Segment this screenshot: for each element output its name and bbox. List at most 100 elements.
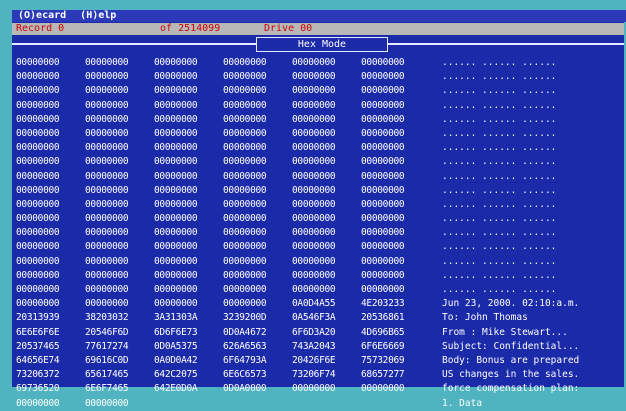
hex-cell[interactable]: 00000000	[16, 226, 77, 240]
hex-cell[interactable]: 00000000	[292, 382, 353, 396]
hex-cell[interactable]: 00000000	[223, 99, 284, 113]
hex-cell[interactable]: 00000000	[16, 155, 77, 169]
hex-cell[interactable]: 00000000	[361, 127, 422, 141]
hex-cell[interactable]: 75732069	[361, 354, 422, 368]
hex-cell[interactable]: 00000000	[16, 70, 77, 84]
hex-cell[interactable]: 00000000	[223, 283, 284, 297]
menu-item-record[interactable]: (O)ecard	[18, 10, 66, 22]
hex-cell[interactable]: 00000000	[85, 127, 146, 141]
hex-cell[interactable]: 00000000	[154, 113, 215, 127]
hex-cell[interactable]: 00000000	[292, 269, 353, 283]
ascii-row[interactable]: ...... ...... ......	[442, 70, 624, 84]
hex-cell[interactable]: 00000000	[154, 212, 215, 226]
hex-cell[interactable]: 00000000	[154, 84, 215, 98]
hex-cell[interactable]: 77617274	[85, 340, 146, 354]
hex-cell[interactable]: 6E6C6573	[223, 368, 284, 382]
hex-cell[interactable]: 00000000	[16, 212, 77, 226]
ascii-row[interactable]: ...... ...... ......	[442, 255, 624, 269]
hex-cell[interactable]: 00000000	[16, 127, 77, 141]
hex-cell[interactable]: 73206F74	[292, 368, 353, 382]
hex-cell[interactable]: 64656E74	[16, 354, 77, 368]
hex-cell[interactable]	[154, 397, 215, 411]
hex-cell[interactable]: 68657277	[361, 368, 422, 382]
hex-cell[interactable]: 00000000	[154, 99, 215, 113]
ascii-row[interactable]: ...... ...... ......	[442, 170, 624, 184]
hex-cell[interactable]: 6F64793A	[223, 354, 284, 368]
hex-cell[interactable]: 00000000	[223, 127, 284, 141]
hex-cell[interactable]: 00000000	[361, 382, 422, 396]
hex-cell[interactable]: 00000000	[154, 283, 215, 297]
hex-cell[interactable]: 00000000	[292, 113, 353, 127]
hex-cell[interactable]: 00000000	[154, 56, 215, 70]
hex-cell[interactable]: 00000000	[16, 269, 77, 283]
hex-cell[interactable]: 00000000	[223, 297, 284, 311]
hex-cell[interactable]: 00000000	[85, 70, 146, 84]
hex-cell[interactable]: 6F6E6669	[361, 340, 422, 354]
ascii-row[interactable]: Subject: Confidential...	[442, 340, 624, 354]
hex-dump-grid[interactable]: 00000000 00000000 00000000 00000000 00000000…	[16, 56, 434, 411]
hex-cell[interactable]: 00000000	[85, 269, 146, 283]
hex-cell[interactable]: 00000000	[223, 240, 284, 254]
hex-cell[interactable]: 00000000	[85, 56, 146, 70]
hex-cell[interactable]: 0A0D0A42	[154, 354, 215, 368]
hex-cell[interactable]: 00000000	[154, 70, 215, 84]
hex-cell[interactable]: 00000000	[154, 198, 215, 212]
ascii-row[interactable]: US changes in the sales.	[442, 368, 624, 382]
hex-cell[interactable]: 00000000	[292, 255, 353, 269]
hex-cell[interactable]: 00000000	[16, 297, 77, 311]
hex-cell[interactable]: 00000000	[154, 269, 215, 283]
hex-cell[interactable]: 00000000	[223, 84, 284, 98]
hex-cell[interactable]: 00000000	[361, 84, 422, 98]
hex-cell[interactable]: 00000000	[361, 170, 422, 184]
ascii-row[interactable]: To: John Thomas	[442, 311, 624, 325]
hex-cell[interactable]: 20426F6E	[292, 354, 353, 368]
hex-cell[interactable]: 3A31303A	[154, 311, 215, 325]
hex-cell[interactable]: 20546F6D	[85, 326, 146, 340]
hex-cell[interactable]	[361, 397, 422, 411]
hex-cell[interactable]: 00000000	[85, 184, 146, 198]
hex-cell[interactable]: 00000000	[85, 113, 146, 127]
hex-cell[interactable]: 20313939	[16, 311, 77, 325]
hex-cell[interactable]: 00000000	[16, 198, 77, 212]
hex-cell[interactable]: 00000000	[154, 297, 215, 311]
hex-cell[interactable]: 0D0A4672	[223, 326, 284, 340]
ascii-row[interactable]: ...... ...... ......	[442, 99, 624, 113]
hex-cell[interactable]: 00000000	[85, 212, 146, 226]
hex-cell[interactable]: 00000000	[292, 84, 353, 98]
hex-cell[interactable]: 00000000	[16, 141, 77, 155]
ascii-row[interactable]: ...... ...... ......	[442, 226, 624, 240]
hex-cell[interactable]: 00000000	[361, 198, 422, 212]
hex-cell[interactable]: 626A6563	[223, 340, 284, 354]
hex-cell[interactable]: 00000000	[292, 70, 353, 84]
hex-cell[interactable]: 00000000	[16, 283, 77, 297]
hex-cell[interactable]: 0A0D4A55	[292, 297, 353, 311]
hex-cell[interactable]: 00000000	[154, 240, 215, 254]
hex-cell[interactable]: 4E203233	[361, 297, 422, 311]
hex-cell[interactable]: 00000000	[154, 141, 215, 155]
hex-cell[interactable]: 00000000	[292, 184, 353, 198]
ascii-row[interactable]: From : Mike Stewart...	[442, 326, 624, 340]
hex-cell[interactable]: 6E6E6F6E	[16, 326, 77, 340]
hex-cell[interactable]: 00000000	[154, 170, 215, 184]
hex-cell[interactable]: 4D696B65	[361, 326, 422, 340]
hex-cell[interactable]: 00000000	[223, 141, 284, 155]
hex-cell[interactable]: 00000000	[361, 113, 422, 127]
hex-cell[interactable]: 6D6F6E73	[154, 326, 215, 340]
hex-cell[interactable]: 00000000	[223, 269, 284, 283]
hex-cell[interactable]: 6F6D3A20	[292, 326, 353, 340]
hex-cell[interactable]: 20537465	[16, 340, 77, 354]
ascii-row[interactable]: force compensation plan:	[442, 382, 624, 396]
ascii-row[interactable]: ...... ...... ......	[442, 240, 624, 254]
ascii-row[interactable]: ...... ...... ......	[442, 212, 624, 226]
hex-cell[interactable]: 00000000	[85, 170, 146, 184]
ascii-dump-pane[interactable]: ...... ...... ............ ...... ......…	[442, 56, 624, 411]
hex-cell[interactable]: 00000000	[361, 283, 422, 297]
menu-item-help[interactable]: (H)elp	[80, 10, 116, 22]
hex-cell[interactable]: 00000000	[85, 84, 146, 98]
hex-cell[interactable]: 00000000	[85, 155, 146, 169]
hex-cell[interactable]: 00000000	[223, 113, 284, 127]
ascii-row[interactable]: Body: Bonus are prepared	[442, 354, 624, 368]
hex-cell[interactable]: 00000000	[292, 212, 353, 226]
hex-cell[interactable]: 00000000	[223, 255, 284, 269]
hex-cell[interactable]: 00000000	[361, 255, 422, 269]
